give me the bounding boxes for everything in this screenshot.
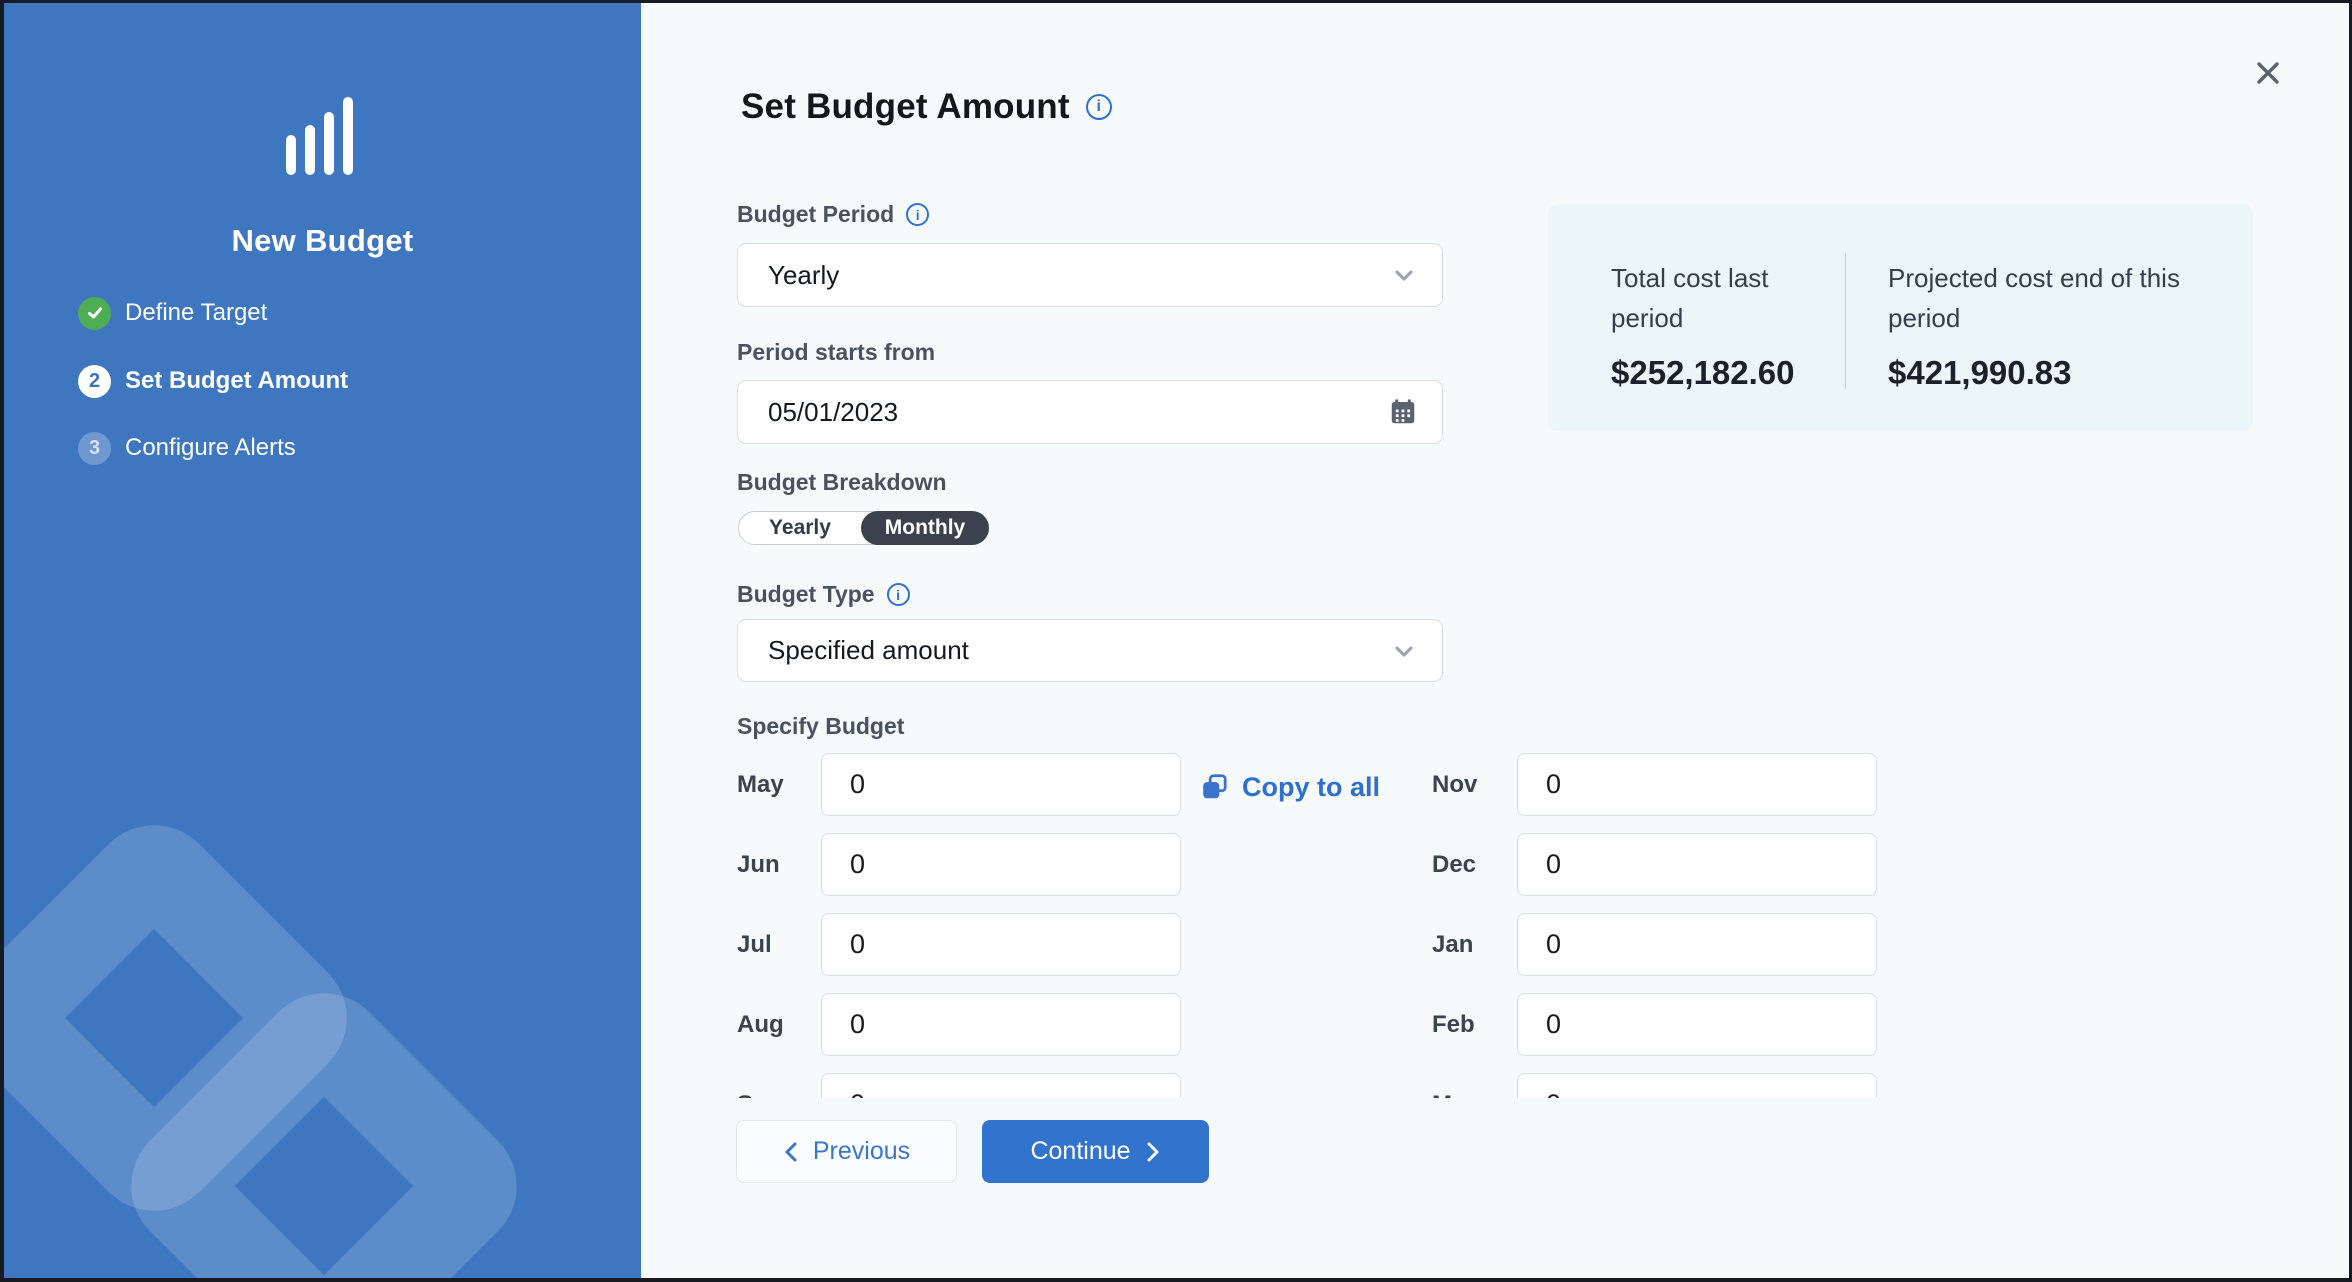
step-define-target[interactable]: Define Target bbox=[78, 296, 267, 330]
chevron-left-icon bbox=[783, 1141, 799, 1163]
projected-cost-end-period: Projected cost end of this period $421,9… bbox=[1846, 204, 2253, 431]
budget-period-value: Yearly bbox=[768, 260, 839, 291]
month-row: Mar bbox=[1432, 1073, 1877, 1098]
period-start-date-value: 05/01/2023 bbox=[768, 397, 898, 428]
budget-type-label: Budget Type bbox=[737, 581, 875, 608]
wizard-title: New Budget bbox=[4, 223, 641, 259]
month-budget-input[interactable] bbox=[821, 913, 1181, 976]
month-label: May bbox=[737, 771, 821, 799]
step-number-badge: 3 bbox=[78, 432, 111, 465]
month-row: Jun bbox=[737, 833, 1181, 896]
summary-label: Projected cost end of this period bbox=[1888, 258, 2225, 338]
month-budget-list: May Jun Jul Aug Sep bbox=[737, 748, 1897, 1098]
budget-breakdown-label: Budget Breakdown bbox=[737, 469, 947, 496]
budget-breakdown-toggle: Yearly Monthly bbox=[738, 511, 989, 545]
previous-button-label: Previous bbox=[813, 1137, 910, 1166]
month-budget-input[interactable] bbox=[821, 833, 1181, 896]
specify-budget-label-row: Specify Budget bbox=[737, 713, 904, 740]
budget-breakdown-label-row: Budget Breakdown bbox=[737, 469, 947, 496]
budget-period-select[interactable]: Yearly bbox=[737, 243, 1443, 307]
modal-body: Set Budget Amount i Budget Period i Year… bbox=[641, 3, 2349, 1278]
step-set-budget-amount[interactable]: 2 Set Budget Amount bbox=[78, 364, 348, 398]
month-label: Aug bbox=[737, 1011, 821, 1039]
info-icon[interactable]: i bbox=[906, 203, 929, 226]
bar-chart-logo-icon bbox=[286, 97, 362, 175]
month-label: Nov bbox=[1432, 771, 1517, 799]
month-label: Jun bbox=[737, 851, 821, 879]
page-header: Set Budget Amount i bbox=[741, 87, 1112, 127]
budget-period-label-row: Budget Period i bbox=[737, 201, 929, 228]
step-label: Define Target bbox=[125, 299, 267, 327]
month-budget-input[interactable] bbox=[1517, 833, 1877, 896]
copy-icon bbox=[1200, 772, 1230, 802]
copy-to-all-label: Copy to all bbox=[1242, 772, 1380, 803]
budget-period-label: Budget Period bbox=[737, 201, 894, 228]
month-budget-input[interactable] bbox=[1517, 1073, 1877, 1098]
summary-label: Total cost last period bbox=[1611, 258, 1845, 338]
summary-value: $421,990.83 bbox=[1888, 354, 2225, 392]
wizard-sidebar: New Budget Define Target 2 Set Budget Am… bbox=[4, 3, 641, 1278]
toggle-option-monthly[interactable]: Monthly bbox=[861, 511, 989, 545]
summary-value: $252,182.60 bbox=[1611, 354, 1845, 392]
budget-type-label-row: Budget Type i bbox=[737, 581, 910, 608]
month-label: Jan bbox=[1432, 931, 1517, 959]
total-cost-last-period: Total cost last period $252,182.60 bbox=[1548, 204, 1845, 431]
step-configure-alerts[interactable]: 3 Configure Alerts bbox=[78, 431, 296, 465]
step-label: Set Budget Amount bbox=[125, 367, 348, 395]
month-label: Feb bbox=[1432, 1011, 1517, 1039]
month-budget-input[interactable] bbox=[1517, 993, 1877, 1056]
chevron-down-icon bbox=[1390, 637, 1418, 665]
month-row: May bbox=[737, 753, 1181, 816]
calendar-icon[interactable] bbox=[1388, 397, 1418, 427]
month-row: Sep bbox=[737, 1073, 1181, 1098]
continue-button-label: Continue bbox=[1030, 1137, 1130, 1166]
month-label: Dec bbox=[1432, 851, 1517, 879]
cost-summary-panel: Total cost last period $252,182.60 Proje… bbox=[1548, 204, 2253, 431]
month-budget-input[interactable] bbox=[1517, 753, 1877, 816]
info-icon[interactable]: i bbox=[1086, 94, 1112, 120]
month-label: Mar bbox=[1432, 1091, 1517, 1099]
period-starts-label: Period starts from bbox=[737, 339, 935, 366]
close-button[interactable] bbox=[2246, 51, 2290, 95]
chevron-down-icon bbox=[1390, 261, 1418, 289]
month-budget-input[interactable] bbox=[821, 993, 1181, 1056]
month-row: Dec bbox=[1432, 833, 1877, 896]
budget-type-value: Specified amount bbox=[768, 635, 969, 666]
period-start-date-input[interactable]: 05/01/2023 bbox=[737, 380, 1443, 444]
close-icon bbox=[2255, 60, 2281, 86]
specify-budget-label: Specify Budget bbox=[737, 713, 904, 740]
month-label: Jul bbox=[737, 931, 821, 959]
month-label: Sep bbox=[737, 1091, 821, 1099]
month-row: Feb bbox=[1432, 993, 1877, 1056]
period-starts-label-row: Period starts from bbox=[737, 339, 935, 366]
step-complete-check-icon bbox=[78, 297, 111, 330]
step-label: Configure Alerts bbox=[125, 434, 296, 462]
copy-to-all-button[interactable]: Copy to all bbox=[1200, 762, 1380, 812]
previous-button[interactable]: Previous bbox=[736, 1120, 957, 1183]
info-icon[interactable]: i bbox=[887, 583, 910, 606]
step-number-badge: 2 bbox=[78, 365, 111, 398]
month-budget-input[interactable] bbox=[1517, 913, 1877, 976]
new-budget-modal: New Budget Define Target 2 Set Budget Am… bbox=[0, 0, 2352, 1282]
month-row: Nov bbox=[1432, 753, 1877, 816]
continue-button[interactable]: Continue bbox=[982, 1120, 1209, 1183]
page-title: Set Budget Amount bbox=[741, 87, 1070, 127]
budget-type-select[interactable]: Specified amount bbox=[737, 619, 1443, 682]
toggle-option-yearly[interactable]: Yearly bbox=[739, 512, 861, 544]
month-row: Aug bbox=[737, 993, 1181, 1056]
chevron-right-icon bbox=[1145, 1141, 1161, 1163]
month-row: Jan bbox=[1432, 913, 1877, 976]
month-budget-input[interactable] bbox=[821, 753, 1181, 816]
month-budget-input[interactable] bbox=[821, 1073, 1181, 1098]
month-row: Jul bbox=[737, 913, 1181, 976]
